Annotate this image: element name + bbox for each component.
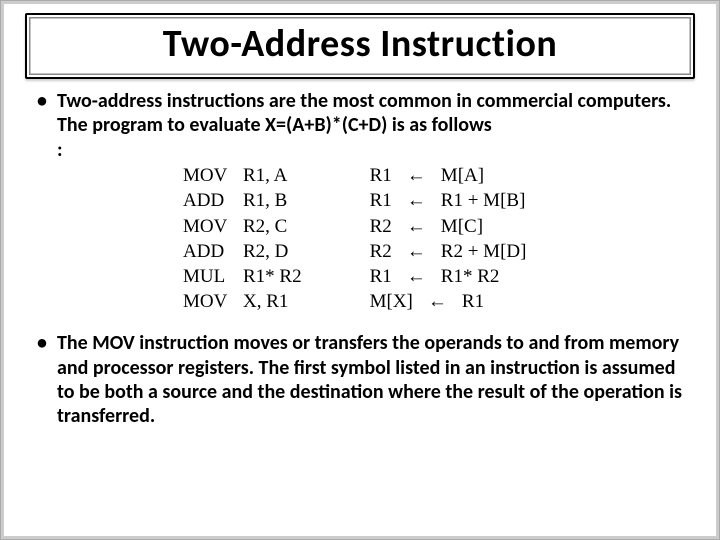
slide-body: Two-address instructions are the most co…: [1, 85, 719, 429]
bullet-list: Two-address instructions are the most co…: [35, 89, 685, 429]
rtl-src: R1* R2: [441, 265, 500, 288]
asm-line: ADD R2, D: [183, 240, 302, 263]
arrow-icon: ←: [404, 265, 429, 288]
rtl-line: M[X] ← R1: [370, 290, 527, 313]
operands: R1* R2: [243, 265, 302, 288]
rtl-src: R1: [462, 290, 484, 313]
mnemonic: MOV: [183, 290, 231, 313]
rtl-dst: R1: [370, 265, 392, 288]
mnemonic: ADD: [183, 240, 231, 263]
bullet-text: The MOV instruction moves or transfers t…: [57, 331, 682, 428]
rtl-dst: R2: [370, 240, 392, 263]
arrow-icon: ←: [404, 240, 429, 263]
asm-line: MOV R2, C: [183, 215, 302, 238]
rtl-dst: R1: [370, 189, 392, 212]
rtl-line: R2 ← R2 + M[D]: [370, 240, 527, 263]
mnemonic: ADD: [183, 189, 231, 212]
rtl-column: R1 ← M[A] R1 ← R1 + M[B] R2 ← M[C] R2 ← R2 + M[D…: [370, 164, 527, 313]
operands: R1, B: [243, 189, 287, 212]
rtl-line: R1 ← R1 + M[B]: [370, 189, 527, 212]
rtl-line: R1 ← M[A]: [370, 164, 527, 187]
asm-line: ADD R1, B: [183, 189, 302, 212]
operands: R2, C: [243, 215, 287, 238]
asm-line: MUL R1* R2: [183, 265, 302, 288]
operands: R1, A: [243, 164, 287, 187]
rtl-dst: R2: [370, 215, 392, 238]
mnemonic: MOV: [183, 164, 231, 187]
rtl-line: R1 ← R1* R2: [370, 265, 527, 288]
bullet-text-cont: :: [57, 138, 63, 162]
operands: R2, D: [243, 240, 288, 263]
rtl-src: R1 + M[B]: [441, 189, 526, 212]
rtl-src: R2 + M[D]: [441, 240, 527, 263]
code-block: MOV R1, A ADD R1, B MOV R2, C ADD R2, D MUL R…: [183, 164, 685, 313]
bullet-text: Two-address instructions are the most co…: [57, 89, 671, 137]
asm-line: MOV X, R1: [183, 290, 302, 313]
slide-title: Two-Address Instruction: [37, 21, 683, 67]
rtl-line: R2 ← M[C]: [370, 215, 527, 238]
rtl-dst: M[X]: [370, 290, 413, 313]
rtl-src: M[A]: [441, 164, 484, 187]
rtl-src: M[C]: [441, 215, 483, 238]
operands: X, R1: [243, 290, 288, 313]
arrow-icon: ←: [404, 164, 429, 187]
mnemonic: MUL: [183, 265, 231, 288]
arrow-icon: ←: [404, 215, 429, 238]
arrow-icon: ←: [404, 189, 429, 212]
bullet-item: Two-address instructions are the most co…: [35, 89, 685, 313]
asm-line: MOV R1, A: [183, 164, 302, 187]
slide: Two-Address Instruction Two-address inst…: [0, 0, 720, 540]
bullet-item: The MOV instruction moves or transfers t…: [35, 331, 685, 429]
rtl-dst: R1: [370, 164, 392, 187]
asm-column: MOV R1, A ADD R1, B MOV R2, C ADD R2, D MUL R…: [183, 164, 302, 313]
title-frame: Two-Address Instruction: [25, 13, 695, 79]
arrow-icon: ←: [425, 290, 450, 313]
mnemonic: MOV: [183, 215, 231, 238]
